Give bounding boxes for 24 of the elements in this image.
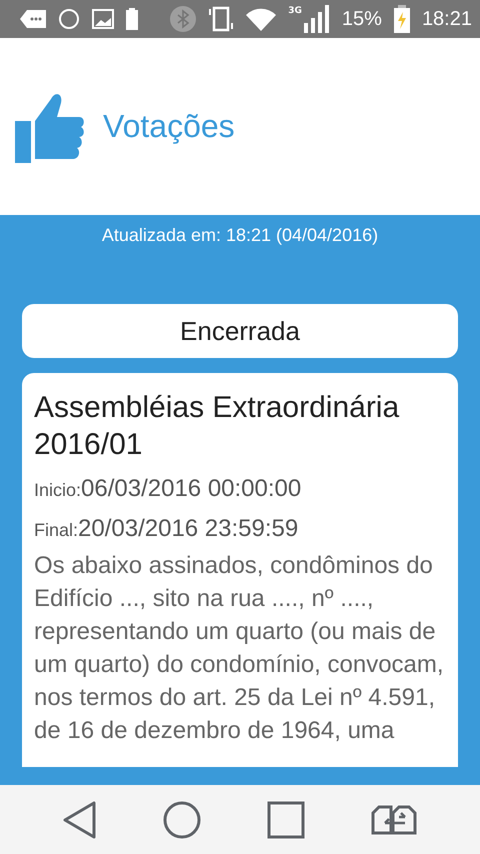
- start-date: 06/03/2016 00:00:00: [81, 475, 302, 503]
- end-label: Final:: [34, 520, 78, 541]
- recents-icon[interactable]: [267, 800, 305, 838]
- end-date: 20/03/2016 23:59:59: [78, 515, 298, 543]
- vote-title: Assembléias Extraordinária 2016/01: [34, 390, 400, 463]
- back-icon[interactable]: [63, 800, 97, 838]
- network-type: 3G: [288, 6, 302, 16]
- app-title: Votações: [103, 108, 235, 145]
- image-icon: [92, 9, 114, 29]
- clock: 18:21: [422, 8, 472, 30]
- more-icon: [20, 10, 46, 28]
- bluetooth-icon: [170, 6, 196, 32]
- battery-usb-icon: [126, 8, 138, 30]
- vibrate-icon: [208, 5, 234, 33]
- battery-percent: 15%: [342, 8, 382, 30]
- battery-charging-icon: [394, 5, 410, 33]
- updated-time: Atualizada em: 18:21 (04/04/2016): [100, 225, 380, 246]
- vote-card[interactable]: [22, 373, 458, 767]
- status-label: Encerrada: [22, 304, 458, 358]
- signal-icon: [304, 5, 330, 33]
- wifi-icon: [246, 7, 276, 31]
- vote-description: Os abaixo assinados, condôminos do Edifício ..., sito na rua ...., nº ...., representando um quarto (ou mais de um quarto) do condomínio, convocam, nos termos do art. 25 da Lei nº 4.591, de 16 de dezembro de 1964, uma: [34, 551, 445, 746]
- start-label: Inicio:: [34, 480, 82, 501]
- home-icon[interactable]: [163, 800, 201, 838]
